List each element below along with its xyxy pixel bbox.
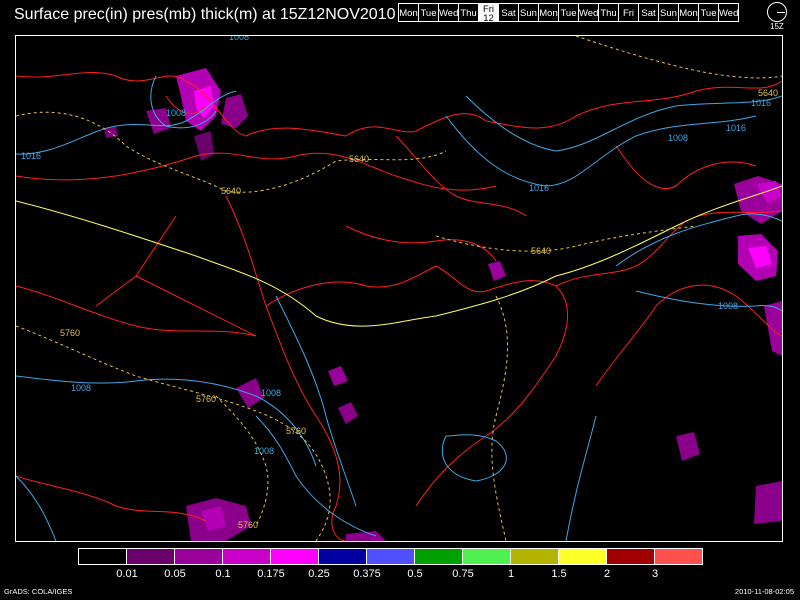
isobar-label: 1008 — [668, 133, 688, 143]
day-button[interactable]: Fri — [618, 3, 639, 22]
credit-label: GrADS: COLA/IGES — [4, 587, 73, 596]
day-button[interactable]: Mon — [678, 3, 699, 22]
day-button[interactable]: Wed — [578, 3, 599, 22]
day-button[interactable]: Mon — [538, 3, 559, 22]
precip-colorbar — [78, 548, 703, 565]
day-button[interactable]: Wed — [438, 3, 459, 22]
thickness-label: 5640 — [758, 88, 778, 98]
colorbar-swatch — [462, 548, 511, 565]
day-button[interactable]: Thu — [458, 3, 479, 22]
isobar-label: 1008 — [718, 301, 738, 311]
day-button-selected[interactable]: Fri 12 — [478, 3, 499, 23]
day-button[interactable]: Sat — [498, 3, 519, 22]
day-selector: Mon Tue Wed Thu Fri 12 Sat Sun Mon Tue Wed Thu Fri Sa… — [398, 3, 739, 23]
colorbar-swatch — [510, 548, 559, 565]
thickness-label: 5760 — [196, 394, 216, 404]
thickness-label: 5760 — [238, 520, 258, 530]
colorbar-swatch — [174, 548, 223, 565]
thickness-label: 5640 — [531, 246, 551, 256]
colorbar-tick-label: 0.25 — [308, 568, 330, 580]
isobar-label: 1008 — [166, 108, 186, 118]
day-button[interactable]: Tue — [558, 3, 579, 22]
colorbar-swatch — [414, 548, 463, 565]
isobar-label: 1016 — [726, 123, 746, 133]
isobars — [16, 75, 782, 541]
colorbar-swatch — [366, 548, 415, 565]
timestamp-label: 2010-11-08-02:05 — [734, 587, 794, 596]
colorbar-tick-label: 0.5 — [407, 568, 423, 580]
colorbar-swatch — [270, 548, 319, 565]
colorbar-tick-label: 0.375 — [353, 568, 381, 580]
thickness-label: 5760 — [286, 426, 306, 436]
thickness-label: 5520 — [651, 36, 671, 38]
colorbar-tick-label: 0.1 — [215, 568, 231, 580]
colorbar-swatch — [126, 548, 175, 565]
colorbar-tick-label: 2 — [603, 568, 611, 580]
colorbar-tick-label: 0.175 — [257, 568, 285, 580]
isobar-label: 1016 — [21, 151, 41, 161]
day-button[interactable]: Wed — [718, 3, 739, 22]
isobar-label: 1016 — [529, 183, 549, 193]
clock-label: 15Z — [770, 22, 784, 31]
isobar-label: 1008 — [261, 388, 281, 398]
colorbar-tick-label: 0.05 — [164, 568, 186, 580]
day-button[interactable]: Mon — [398, 3, 419, 22]
day-button[interactable]: Thu — [598, 3, 619, 22]
isobar-label: 1008 — [254, 446, 274, 456]
thickness-label: 5640 — [349, 154, 369, 164]
colorbar-tick-label: 1 — [507, 568, 515, 580]
isobar-label: 1008 — [229, 36, 249, 42]
colorbar-swatch — [222, 548, 271, 565]
colorbar-swatch — [558, 548, 607, 565]
thickness-label: 5760 — [60, 328, 80, 338]
day-button[interactable]: Tue — [418, 3, 439, 22]
thickness-label: 5640 — [221, 186, 241, 196]
thickness-lines — [16, 36, 782, 541]
colorbar-tick-label: 0.75 — [452, 568, 474, 580]
colorbar-tick-label: 0.01 — [116, 568, 138, 580]
colorbar-swatch — [318, 548, 367, 565]
day-button[interactable]: Sun — [518, 3, 539, 22]
day-button[interactable]: Tue — [698, 3, 719, 22]
colorbar-swatch — [78, 548, 127, 565]
weather-map: 1008 1008 1016 1016 1016 1016 1008 1008 … — [15, 35, 783, 542]
map-canvas: 1008 1008 1016 1016 1016 1016 1008 1008 … — [16, 36, 782, 541]
day-button[interactable]: Sat — [638, 3, 659, 22]
day-button[interactable]: Sun — [658, 3, 679, 22]
isobar-label: 1008 — [71, 383, 91, 393]
colorbar-swatch — [606, 548, 655, 565]
colorbar-tick-label: 3 — [651, 568, 659, 580]
isobar-label: 1016 — [751, 98, 771, 108]
colorbar-tick-label: 1.5 — [551, 568, 567, 580]
colorbar-ticks: 0.01 0.05 0.1 0.175 0.25 0.375 0.5 0.75 1 1.5 2 3 — [78, 568, 728, 582]
clock-icon — [767, 2, 787, 22]
map-title: Surface prec(in) pres(mb) thick(m) at 15… — [14, 6, 396, 23]
colorbar-swatch — [654, 548, 703, 565]
